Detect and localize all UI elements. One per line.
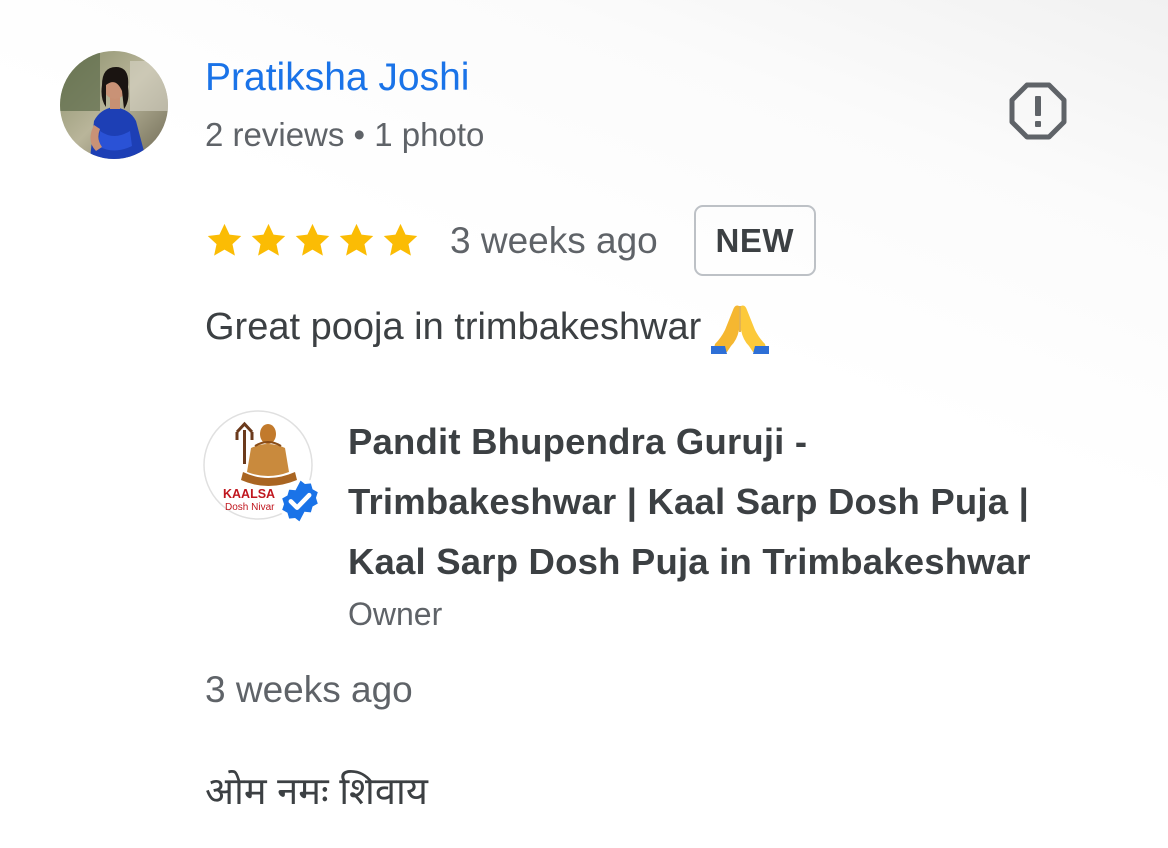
- review-text: Great pooja in trimbakeshwar: [205, 300, 770, 354]
- reviewer-name[interactable]: Pratiksha Joshi: [205, 56, 469, 100]
- star-rating: [205, 221, 420, 260]
- report-flag-icon: [1009, 82, 1067, 140]
- reviewer-avatar[interactable]: [60, 51, 168, 159]
- rating-row: 3 weeks ago NEW: [205, 203, 816, 278]
- new-badge: NEW: [693, 205, 816, 276]
- star-icon: [295, 223, 330, 256]
- review-time: 3 weeks ago: [450, 219, 658, 261]
- star-icon: [383, 223, 418, 256]
- owner-name[interactable]: Pandit Bhupendra Guruji - Trimbakeshwar …: [348, 412, 1138, 592]
- owner-role-label: Owner: [348, 596, 443, 632]
- owner-logo-text-main: KAALSA: [223, 487, 275, 501]
- owner-response-text: ओम नमः शिवाय: [205, 771, 428, 813]
- star-icon: [339, 223, 374, 256]
- owner-response-time: 3 weeks ago: [205, 669, 413, 710]
- owner-name-line: Pandit Bhupendra Guruji -: [348, 421, 808, 462]
- verified-badge-icon: [278, 475, 322, 527]
- folded-hands-icon: [711, 305, 770, 354]
- review-text-content: Great pooja in trimbakeshwar: [205, 305, 702, 348]
- owner-avatar[interactable]: KAALSA Dosh Nivar: [203, 410, 322, 527]
- star-icon: [251, 223, 286, 256]
- report-review-button[interactable]: [1008, 81, 1068, 141]
- owner-name-line: Kaal Sarp Dosh Puja in Trimbakeshwar: [348, 541, 1031, 582]
- review-card: Pratiksha Joshi 2 reviews • 1 photo 3 we…: [0, 0, 1168, 848]
- reviewer-meta: 2 reviews • 1 photo: [205, 116, 485, 153]
- owner-name-line: Trimbakeshwar | Kaal Sarp Dosh Puja |: [348, 481, 1030, 522]
- owner-logo-text-sub: Dosh Nivar: [225, 502, 275, 513]
- star-icon: [207, 223, 242, 256]
- reviewer-photo-icon: [60, 51, 168, 159]
